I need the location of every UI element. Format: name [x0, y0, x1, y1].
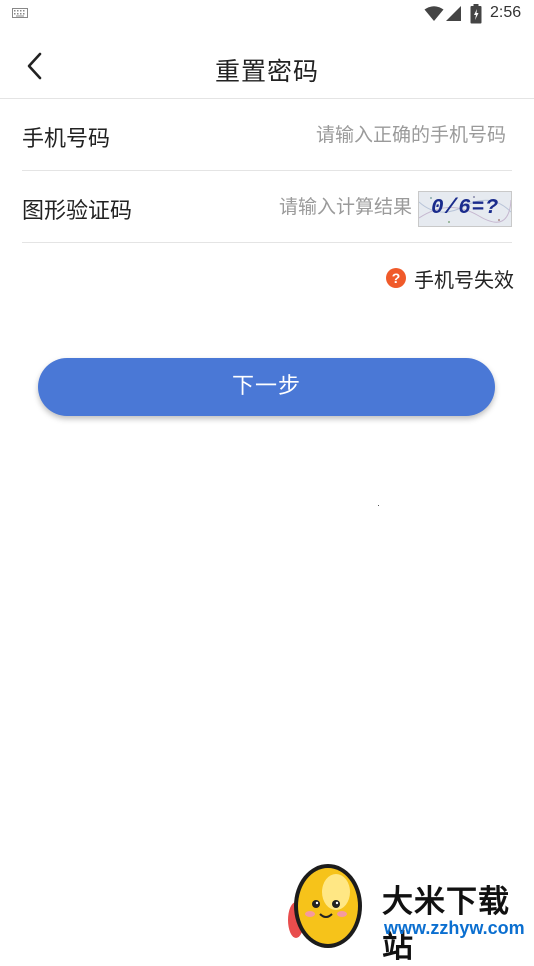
- question-circle-icon: ?: [386, 268, 406, 288]
- phone-row: 手机号码: [22, 100, 512, 171]
- status-time: 2:56: [490, 4, 522, 21]
- signal-icon: [446, 6, 461, 21]
- watermark-url: www.zzhyw.com: [384, 918, 525, 938]
- app-header: 重置密码: [0, 28, 534, 99]
- rice-mascot-logo: [288, 864, 362, 948]
- captcha-row: 图形验证码 0/6=?: [22, 172, 512, 243]
- status-bar: 2:56: [0, 0, 534, 28]
- page-title: 重置密码: [214, 57, 319, 86]
- captcha-image[interactable]: 0/6=?: [418, 191, 512, 227]
- captcha-label: 图形验证码: [22, 199, 133, 224]
- site-watermark: 大米下载站 www.zzhyw.com: [286, 858, 534, 965]
- wifi-icon: [424, 6, 444, 21]
- captcha-input[interactable]: [192, 189, 412, 225]
- keyboard-icon: [12, 8, 28, 18]
- error-hint-text: 手机号失效: [414, 267, 514, 292]
- battery-icon: [470, 4, 482, 24]
- captcha-text: 0/6=?: [430, 197, 499, 220]
- next-button[interactable]: 下一步: [38, 358, 495, 416]
- error-hint: ? 手机号失效: [386, 264, 514, 292]
- phone-label: 手机号码: [22, 127, 111, 152]
- phone-input[interactable]: [206, 117, 506, 153]
- stray-dot: [378, 505, 379, 506]
